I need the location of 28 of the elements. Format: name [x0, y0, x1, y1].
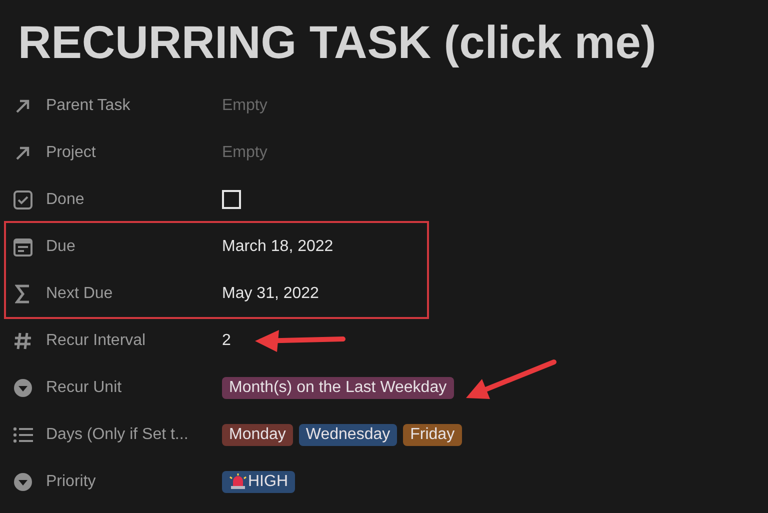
page-title[interactable]: RECURRING TASK (click me) [18, 0, 768, 70]
tag[interactable]: Monday [222, 424, 293, 446]
list-icon [13, 426, 33, 444]
sigma-icon [15, 284, 31, 304]
hash-icon [13, 330, 33, 350]
property-label[interactable]: Project [46, 140, 216, 164]
tag[interactable]: Friday [403, 424, 462, 446]
property-label[interactable]: Done [46, 188, 216, 212]
property-label[interactable]: Priority [46, 470, 216, 494]
property-label[interactable]: Due [46, 234, 216, 258]
dropdown-circle-icon [13, 378, 33, 398]
property-value[interactable]: 2 [222, 328, 231, 352]
property-value[interactable]: Empty [222, 94, 268, 118]
tag[interactable]: Wednesday [298, 424, 398, 446]
property-value[interactable]: Empty [222, 140, 268, 164]
calendar-icon [13, 236, 33, 256]
tag[interactable]: Month(s) on the Last Weekday [222, 376, 454, 398]
property-value[interactable]: May 31, 2022 [222, 282, 319, 306]
dropdown-circle-icon [13, 472, 33, 492]
checkbox-icon [13, 190, 33, 210]
property-value[interactable]: March 18, 2022 [222, 234, 334, 258]
property-label[interactable]: Recur Unit [46, 376, 216, 400]
property-label[interactable]: Days (Only if Set t... [46, 422, 216, 446]
tag[interactable]: HIGH [222, 470, 295, 492]
checkbox[interactable] [222, 190, 241, 209]
property-label[interactable]: Parent Task [46, 94, 216, 118]
property-label[interactable]: Recur Interval [46, 328, 216, 352]
property-label[interactable]: Next Due [46, 282, 216, 306]
